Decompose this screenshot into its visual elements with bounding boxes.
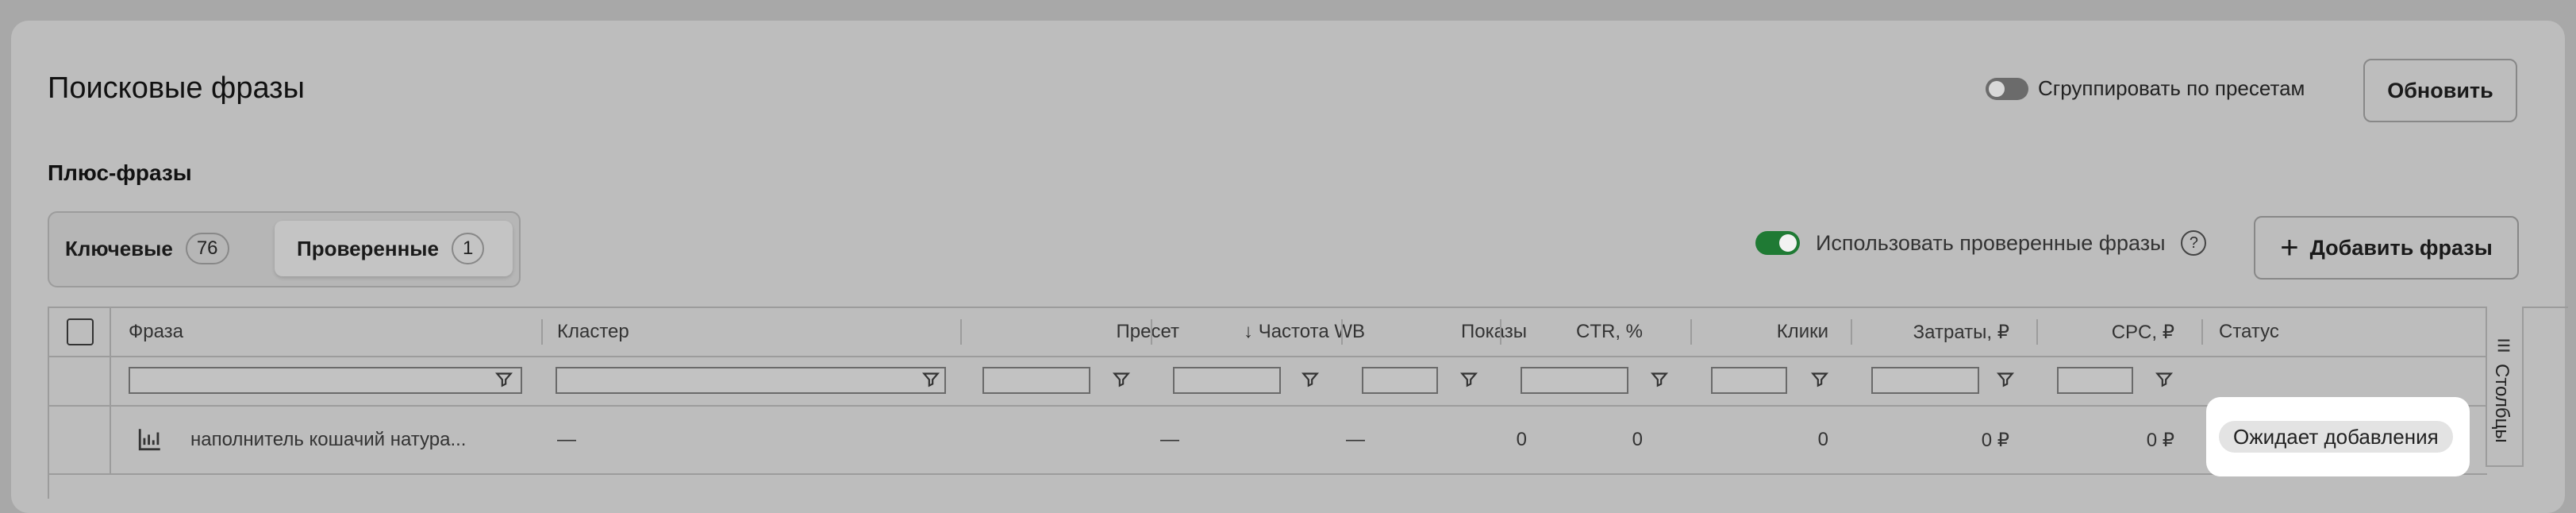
impressions-filter-input[interactable] — [1362, 367, 1438, 394]
table-header: Фраза Кластер Пресет ↓ Частота WB Показы… — [49, 308, 2487, 357]
preset-cell: — — [1160, 429, 1179, 450]
column-header-preset[interactable]: Пресет — [976, 308, 1180, 356]
filter-icon[interactable] — [1300, 368, 1321, 389]
select-all-checkbox[interactable] — [67, 318, 94, 345]
tab-label: Проверенные — [297, 236, 439, 260]
tab-key-phrases[interactable]: Ключевые 76 — [65, 221, 229, 276]
impressions-cell: 0 — [1516, 429, 1527, 450]
filter-icon[interactable] — [2154, 368, 2174, 389]
filter-icon[interactable] — [1809, 368, 1830, 389]
ctr-cell: 0 — [1632, 429, 1643, 450]
phrase-cell[interactable]: наполнитель кошачий натура... — [190, 407, 466, 473]
filter-icon[interactable] — [494, 368, 514, 389]
group-by-presets-toggle[interactable]: Сгруппировать по пресетам — [1986, 76, 2305, 101]
clicks-cell: 0 — [1817, 429, 1828, 450]
cpc-filter-input[interactable] — [2057, 367, 2133, 394]
add-phrases-button[interactable]: + Добавить фразы — [2254, 216, 2519, 280]
cost-filter-input[interactable] — [1871, 367, 1979, 394]
columns-icon — [2497, 339, 2510, 352]
phrase-filter-input[interactable] — [129, 367, 522, 394]
table-row[interactable]: наполнитель кошачий натура... — — — 0 0 … — [49, 407, 2487, 475]
column-header-cost[interactable]: Затраты, ₽ — [1860, 308, 2009, 356]
bar-chart-icon[interactable] — [136, 426, 163, 453]
column-header-cluster[interactable]: Кластер — [557, 308, 629, 356]
cpc-cell: 0 ₽ — [2146, 429, 2174, 451]
refresh-button[interactable]: Обновить — [2363, 59, 2517, 122]
use-verified-label: Использовать проверенные фразы — [1816, 230, 2166, 255]
phrase-tabs: Ключевые 76 Проверенные 1 — [48, 211, 521, 287]
filter-icon[interactable] — [921, 368, 941, 389]
frequency-filter-input[interactable] — [1173, 367, 1281, 394]
cost-cell: 0 ₽ — [1981, 429, 2009, 451]
page-title: Поисковые фразы — [48, 71, 305, 105]
help-icon[interactable]: ? — [2181, 230, 2207, 256]
column-header-phrase[interactable]: Фраза — [129, 308, 183, 356]
clicks-filter-input[interactable] — [1711, 367, 1787, 394]
cluster-filter-input[interactable] — [556, 367, 946, 394]
status-badge: Ожидает добавления — [2219, 421, 2453, 453]
column-header-status[interactable]: Статус — [2219, 308, 2279, 356]
column-header-cpc[interactable]: CPC, ₽ — [2046, 308, 2174, 356]
tab-count: 76 — [185, 233, 229, 264]
plus-icon: + — [2280, 230, 2299, 265]
filter-icon[interactable] — [1995, 368, 2016, 389]
tab-count: 1 — [451, 233, 485, 264]
select-all-cell — [67, 308, 94, 356]
tab-verified-phrases[interactable]: Проверенные 1 — [275, 221, 513, 276]
column-header-ctr[interactable]: CTR, % — [1509, 308, 1643, 356]
filter-icon[interactable] — [1649, 368, 1670, 389]
use-verified-toggle[interactable]: Использовать проверенные фразы ? — [1755, 230, 2207, 256]
ctr-filter-input[interactable] — [1521, 367, 1628, 394]
plus-phrases-title: Плюс-фразы — [48, 160, 192, 185]
phrases-table: Фраза Кластер Пресет ↓ Частота WB Показы… — [48, 307, 2568, 499]
status-highlight: Ожидает добавления — [2206, 397, 2470, 476]
filter-icon[interactable] — [1459, 368, 1479, 389]
toggle-switch-on[interactable] — [1755, 231, 1800, 255]
cluster-cell: — — [557, 429, 576, 450]
column-header-clicks[interactable]: Клики — [1700, 308, 1828, 356]
columns-panel-label: Столбцы — [2491, 364, 2513, 443]
add-phrases-label: Добавить фразы — [2309, 235, 2493, 260]
column-header-frequency[interactable]: ↓ Частота WB — [1160, 308, 1365, 356]
filter-row — [49, 357, 2487, 407]
group-by-presets-label: Сгруппировать по пресетам — [2038, 76, 2305, 100]
frequency-cell: — — [1346, 429, 1365, 450]
preset-filter-input[interactable] — [982, 367, 1090, 394]
columns-panel[interactable]: Столбцы — [2486, 307, 2524, 467]
toggle-switch-off[interactable] — [1986, 77, 2028, 100]
tab-label: Ключевые — [65, 236, 173, 260]
filter-icon[interactable] — [1111, 368, 1132, 389]
